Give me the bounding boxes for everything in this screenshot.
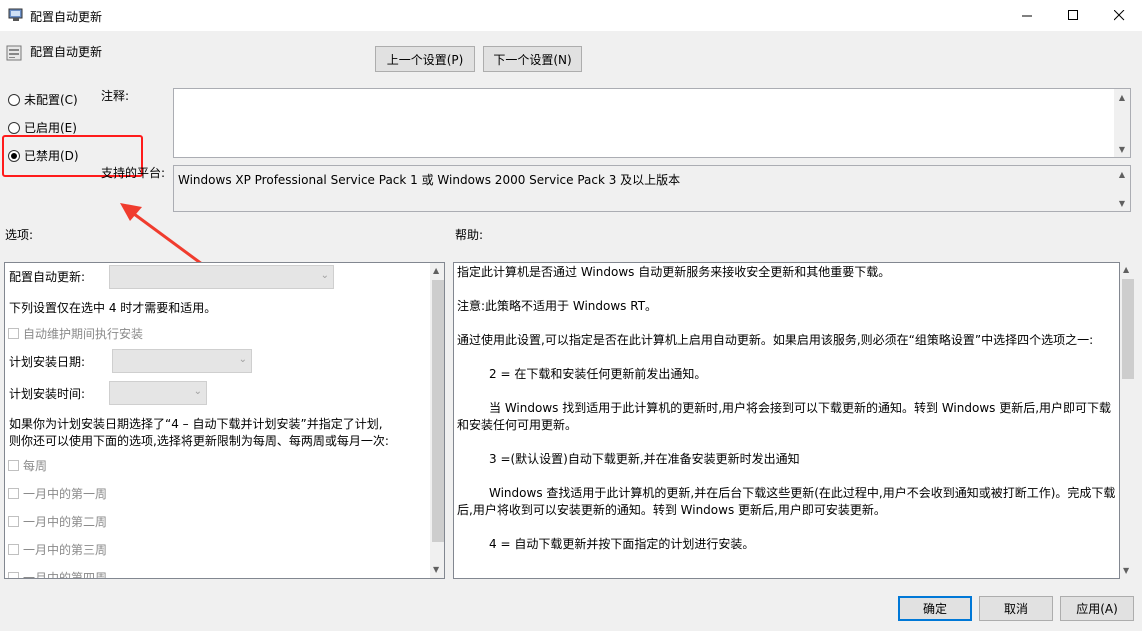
platform-value: Windows XP Professional Service Pack 1 或… [178,173,681,187]
chevron-down-icon: ⌄ [238,354,247,365]
close-icon [1113,10,1124,21]
options-scroll-thumb[interactable] [432,280,444,542]
help-paragraph: 3 =(默认设置)自动下载更新,并在准备安装更新时发出通知 [489,452,800,466]
help-paragraph: Windows 查找适用于此计算机的更新,并在后台下载这些更新(在此过程中,用户… [457,486,1116,517]
comment-textarea[interactable]: ▲ ▼ [173,88,1131,158]
close-button[interactable] [1096,0,1142,31]
checkbox-box[interactable] [8,516,19,527]
checkbox-label: 一月中的第一周 [23,487,108,501]
next-setting-button[interactable]: 下一个设置(N) [483,46,582,72]
checkbox-label: 一月中的第四周 [23,571,108,579]
help-scroll-thumb[interactable] [1122,279,1134,379]
chevron-down-icon: ⌄ [320,270,329,281]
scroll-down-icon[interactable]: ▼ [1114,141,1130,157]
week3-checkbox[interactable]: 一月中的第三周 [8,541,107,558]
policy-settings-icon [6,45,22,61]
radio-circle[interactable] [8,93,20,106]
platform-scrollbar[interactable]: ▲ ▼ [1114,166,1130,211]
help-paragraph: 通过使用此设置,可以指定是否在此计算机上启用自动更新。如果启用该服务,则必须在“… [457,333,1094,347]
help-section-label: 帮助: [455,228,484,242]
week1-checkbox[interactable]: 一月中的第一周 [8,485,107,502]
platform-label: 支持的平台: [101,166,166,180]
comment-scrollbar[interactable]: ▲ ▼ [1114,89,1130,157]
week4-checkbox[interactable]: 一月中的第四周 [8,569,108,579]
help-paragraph: 2 = 在下载和安装任何更新前发出通知。 [489,367,707,381]
scroll-up-icon[interactable]: ▲ [1114,166,1130,182]
configure-update-dropdown[interactable]: ⌄ [109,265,334,289]
radio-circle[interactable] [8,121,20,134]
title-bar: 配置自动更新 [0,0,1142,31]
scroll-down-icon[interactable]: ▼ [1114,195,1130,211]
help-paragraph: 注意:此策略不适用于 Windows RT。 [457,299,658,313]
scroll-down-icon[interactable]: ▼ [433,565,439,574]
checkbox-box[interactable] [8,572,19,578]
app-icon [8,8,23,21]
maintenance-install-checkbox[interactable]: 自动维护期间执行安装 [8,325,143,342]
week-note-line2: 则你还可以使用下面的选项,选择将更新限制为每周、每两周或每月一次: [9,434,389,448]
minimize-button[interactable] [1004,0,1050,31]
radio-label: 已启用(E) [24,121,77,135]
maximize-button[interactable] [1050,0,1096,31]
schedule-day-dropdown[interactable]: ⌄ [112,349,252,373]
checkbox-label: 一月中的第二周 [23,515,108,529]
checkbox-box[interactable] [8,328,19,339]
options-panel: 配置自动更新: ⌄ 下列设置仅在选中 4 时才需要和适用。 自动维护期间执行安装… [4,262,445,579]
cancel-button[interactable]: 取消 [979,596,1053,621]
week-note-line1: 如果你为计划安装日期选择了“4 – 自动下载并计划安装”并指定了计划, [9,417,383,431]
options-section-label: 选项: [5,228,34,242]
maximize-icon [1067,10,1078,20]
apply-button[interactable]: 应用(A) [1060,596,1134,621]
previous-setting-button[interactable]: 上一个设置(P) [375,46,475,72]
scroll-up-icon[interactable]: ▲ [433,266,439,275]
minimize-icon [1021,15,1032,17]
weekly-checkbox[interactable]: 每周 [8,457,47,474]
checkbox-box[interactable] [8,488,19,499]
week2-checkbox[interactable]: 一月中的第二周 [8,513,107,530]
radio-label: 未配置(C) [24,93,78,107]
help-text: 指定此计算机是否通过 Windows 自动更新服务来接收安全更新和其他重要下载。… [457,264,1117,570]
radio-enabled[interactable]: 已启用(E) [8,119,77,136]
comment-label: 注释: [101,89,130,103]
scroll-down-icon[interactable]: ▼ [1123,566,1129,575]
ok-button[interactable]: 确定 [898,596,972,621]
radio-not-configured[interactable]: 未配置(C) [8,91,78,108]
checkbox-label: 一月中的第三周 [23,543,108,557]
help-paragraph: 指定此计算机是否通过 Windows 自动更新服务来接收安全更新和其他重要下载。 [457,265,891,279]
help-paragraph: 4 = 自动下载更新并按下面指定的计划进行安装。 [489,537,755,551]
checkbox-label: 自动维护期间执行安装 [23,327,144,341]
scroll-up-icon[interactable]: ▲ [1123,265,1129,274]
policy-title: 配置自动更新 [30,45,103,59]
checkbox-label: 每周 [23,459,48,473]
schedule-time-label: 计划安装时间: [9,387,86,401]
help-panel: 指定此计算机是否通过 Windows 自动更新服务来接收安全更新和其他重要下载。… [453,262,1120,579]
configure-update-label: 配置自动更新: [9,270,86,284]
help-paragraph: 当 Windows 找到适用于此计算机的更新时,用户将会接到可以下载更新的通知。… [457,401,1112,432]
options-note: 下列设置仅在选中 4 时才需要和适用。 [9,301,217,315]
chevron-down-icon: ⌄ [193,386,202,397]
checkbox-box[interactable] [8,544,19,555]
window-title: 配置自动更新 [30,10,103,24]
schedule-time-dropdown[interactable]: ⌄ [109,381,207,405]
checkbox-box[interactable] [8,460,19,471]
scroll-up-icon[interactable]: ▲ [1114,89,1130,105]
schedule-day-label: 计划安装日期: [9,355,86,369]
platform-field: Windows XP Professional Service Pack 1 或… [173,165,1131,212]
